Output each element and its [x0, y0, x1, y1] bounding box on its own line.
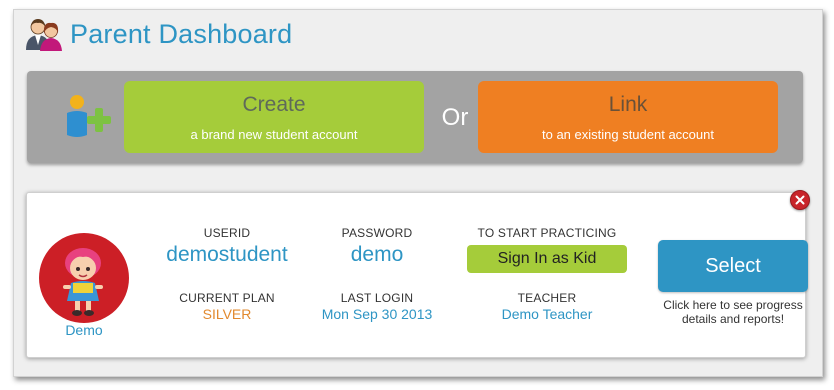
link-subtitle: to an existing student account	[541, 126, 714, 142]
plan-field: CURRENT PLAN SILVER	[147, 291, 307, 322]
userid-value: demostudent	[166, 243, 288, 266]
create-account-button[interactable]: Create a brand new student account	[124, 81, 424, 153]
parents-icon	[26, 19, 62, 51]
select-button[interactable]: Select	[658, 240, 808, 292]
teacher-label: TEACHER	[517, 291, 577, 305]
add-student-icon	[67, 95, 111, 137]
student-card: Demo USERID demostudent CURRENT PLAN SIL…	[26, 192, 808, 358]
practice-field: TO START PRACTICING Sign In as Kid	[452, 226, 642, 273]
userid-label: USERID	[203, 226, 251, 240]
kid-avatar-icon	[63, 248, 103, 316]
teacher-value: Demo Teacher	[501, 306, 593, 322]
userid-field: USERID demostudent	[147, 226, 307, 267]
avatar-name[interactable]: Demo	[39, 322, 129, 338]
plan-label: CURRENT PLAN	[179, 291, 275, 305]
last-login-value: Mon Sep 30 2013	[321, 306, 433, 322]
last-login-field: LAST LOGIN Mon Sep 30 2013	[297, 291, 457, 322]
header: Parent Dashboard	[24, 16, 292, 52]
last-login-label: LAST LOGIN	[340, 291, 414, 305]
teacher-field: TEACHER Demo Teacher	[452, 291, 642, 322]
create-subtitle: a brand new student account	[190, 126, 358, 142]
link-account-button[interactable]: Link to an existing student account	[478, 81, 778, 153]
or-label: Or	[441, 104, 469, 131]
password-label: PASSWORD	[341, 226, 413, 240]
avatar[interactable]	[39, 233, 129, 323]
link-title: Link	[608, 92, 648, 116]
page-title: Parent Dashboard	[70, 18, 293, 49]
sign-in-as-kid-button[interactable]: Sign In as Kid	[467, 245, 627, 273]
close-icon[interactable]	[790, 190, 810, 210]
select-hint-line1: Click here to see progress	[663, 298, 803, 312]
create-title: Create	[242, 92, 306, 116]
plan-value: SILVER	[202, 306, 252, 322]
select-hint-line2: details and reports!	[681, 312, 785, 326]
practice-label: TO START PRACTICING	[477, 226, 617, 240]
password-value: demo	[350, 243, 404, 266]
password-field: PASSWORD demo	[297, 226, 457, 267]
dashboard-window: Parent Dashboard Create a brand new stud…	[13, 9, 823, 377]
close-x-icon	[795, 195, 805, 205]
account-actions-panel: Create a brand new student account Or Li…	[27, 71, 803, 163]
select-hint: Click here to see progress details and r…	[648, 298, 818, 326]
